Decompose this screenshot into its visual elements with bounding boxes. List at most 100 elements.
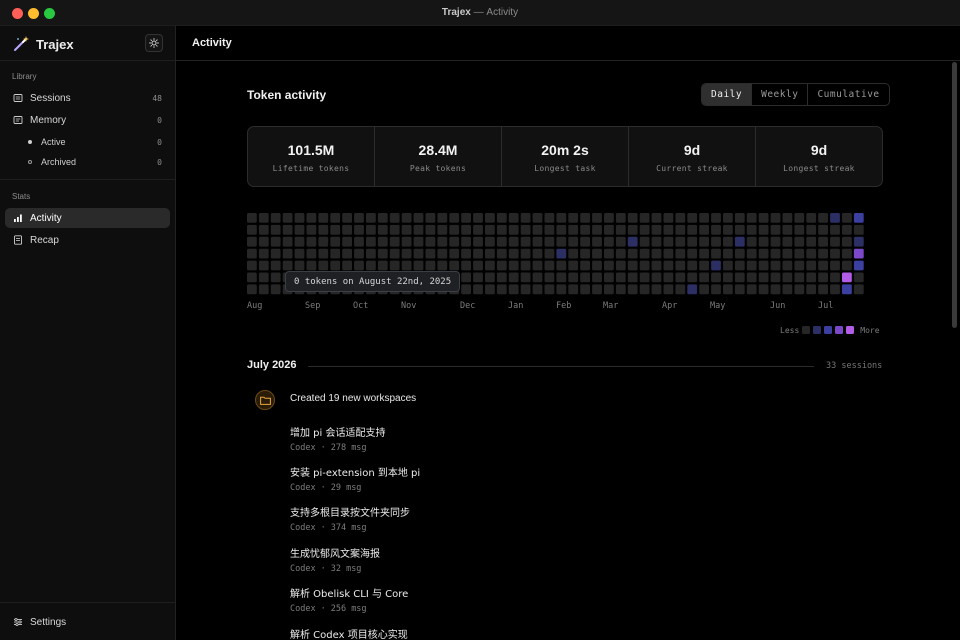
heatmap-cell[interactable] — [615, 213, 626, 223]
tab-weekly[interactable]: Weekly — [752, 84, 809, 105]
heatmap-cell[interactable] — [794, 224, 805, 235]
heatmap-cell[interactable] — [366, 236, 376, 247]
heatmap-cell[interactable] — [770, 284, 781, 295]
sidebar-item-memory[interactable]: Memory 0 — [5, 110, 170, 130]
heatmap-cell[interactable] — [723, 248, 733, 259]
heatmap-cell[interactable] — [508, 236, 519, 247]
heatmap-cell[interactable] — [461, 284, 471, 295]
heatmap-cell[interactable] — [615, 260, 626, 271]
heatmap-cell[interactable] — [473, 236, 483, 247]
heatmap-cell[interactable] — [437, 248, 448, 259]
heatmap-cell[interactable] — [639, 272, 650, 283]
heatmap-cell[interactable] — [758, 284, 769, 295]
heatmap-cell[interactable] — [746, 284, 757, 295]
heatmap-cell[interactable] — [520, 224, 531, 235]
heatmap-cell[interactable] — [699, 213, 709, 223]
heatmap-cell[interactable] — [651, 248, 662, 259]
heatmap-cell[interactable] — [580, 248, 590, 259]
heatmap-cell[interactable] — [473, 213, 483, 223]
heatmap-cell[interactable] — [592, 248, 602, 259]
heatmap-cell[interactable] — [485, 284, 495, 295]
heatmap-cell[interactable] — [853, 213, 864, 223]
heatmap-cell[interactable] — [723, 260, 733, 271]
heatmap-cell[interactable] — [568, 260, 579, 271]
heatmap-cell[interactable] — [770, 272, 781, 283]
heatmap-cell[interactable] — [377, 248, 388, 259]
heatmap-cell[interactable] — [580, 236, 590, 247]
heatmap-cell[interactable] — [270, 272, 281, 283]
heatmap-cell[interactable] — [270, 260, 281, 271]
heatmap-cell[interactable] — [247, 284, 257, 295]
heatmap-cell[interactable] — [723, 236, 733, 247]
heatmap-cell[interactable] — [532, 224, 543, 235]
heatmap-cell[interactable] — [770, 260, 781, 271]
heatmap-cell[interactable] — [806, 248, 817, 259]
heatmap-cell[interactable] — [425, 248, 436, 259]
heatmap-cell[interactable] — [508, 213, 519, 223]
heatmap-cell[interactable] — [758, 224, 769, 235]
heatmap-cell[interactable] — [449, 260, 460, 271]
heatmap-cell[interactable] — [592, 224, 602, 235]
heatmap-cell[interactable] — [687, 284, 698, 295]
heatmap-cell[interactable] — [723, 224, 733, 235]
heatmap-cell[interactable] — [842, 236, 852, 247]
heatmap-cell[interactable] — [663, 248, 674, 259]
heatmap-cell[interactable] — [485, 272, 495, 283]
heatmap-cell[interactable] — [604, 272, 614, 283]
heatmap-cell[interactable] — [604, 248, 614, 259]
heatmap-cell[interactable] — [711, 224, 721, 235]
heatmap-cell[interactable] — [568, 224, 579, 235]
heatmap-cell[interactable] — [830, 224, 840, 235]
heatmap-cell[interactable] — [330, 248, 341, 259]
heatmap-cell[interactable] — [258, 260, 269, 271]
heatmap-cell[interactable] — [294, 236, 305, 247]
heatmap-cell[interactable] — [604, 213, 614, 223]
heatmap-cell[interactable] — [651, 236, 662, 247]
heatmap-cell[interactable] — [473, 260, 483, 271]
heatmap-cell[interactable] — [294, 213, 305, 223]
heatmap-cell[interactable] — [675, 236, 686, 247]
heatmap-cell[interactable] — [449, 236, 460, 247]
heatmap-cell[interactable] — [318, 213, 329, 223]
heatmap-cell[interactable] — [687, 224, 698, 235]
heatmap-cell[interactable] — [627, 284, 638, 295]
heatmap-cell[interactable] — [568, 248, 579, 259]
heatmap-cell[interactable] — [556, 236, 567, 247]
heatmap-cell[interactable] — [366, 260, 376, 271]
heatmap-cell[interactable] — [532, 272, 543, 283]
heatmap-cell[interactable] — [544, 213, 555, 223]
heatmap-cell[interactable] — [663, 260, 674, 271]
heatmap-cell[interactable] — [461, 213, 471, 223]
heatmap-cell[interactable] — [520, 248, 531, 259]
heatmap-cell[interactable] — [627, 272, 638, 283]
heatmap-cell[interactable] — [496, 213, 507, 223]
heatmap-cell[interactable] — [746, 260, 757, 271]
heatmap-cell[interactable] — [627, 236, 638, 247]
heatmap-cell[interactable] — [413, 236, 424, 247]
heatmap-cell[interactable] — [842, 260, 852, 271]
heatmap-cell[interactable] — [818, 236, 828, 247]
heatmap-cell[interactable] — [806, 284, 817, 295]
heatmap-cell[interactable] — [782, 224, 793, 235]
heatmap-cell[interactable] — [818, 224, 828, 235]
heatmap-cell[interactable] — [377, 260, 388, 271]
heatmap-cell[interactable] — [556, 248, 567, 259]
heatmap-cell[interactable] — [830, 213, 840, 223]
heatmap-cell[interactable] — [270, 224, 281, 235]
heatmap-cell[interactable] — [485, 213, 495, 223]
sidebar-item-settings[interactable]: Settings — [5, 612, 170, 632]
heatmap-cell[interactable] — [604, 284, 614, 295]
heatmap-cell[interactable] — [532, 236, 543, 247]
workspace-item[interactable]: 增加 pi 会话适配支持 Codex · 278 msg — [290, 424, 385, 453]
heatmap-cell[interactable] — [568, 284, 579, 295]
heatmap-cell[interactable] — [318, 236, 329, 247]
heatmap-cell[interactable] — [401, 236, 412, 247]
heatmap-cell[interactable] — [520, 213, 531, 223]
heatmap-cell[interactable] — [270, 284, 281, 295]
heatmap-cell[interactable] — [627, 248, 638, 259]
heatmap-cell[interactable] — [496, 236, 507, 247]
heatmap-cell[interactable] — [247, 260, 257, 271]
heatmap-cell[interactable] — [842, 213, 852, 223]
heatmap-cell[interactable] — [508, 260, 519, 271]
heatmap-cell[interactable] — [604, 260, 614, 271]
